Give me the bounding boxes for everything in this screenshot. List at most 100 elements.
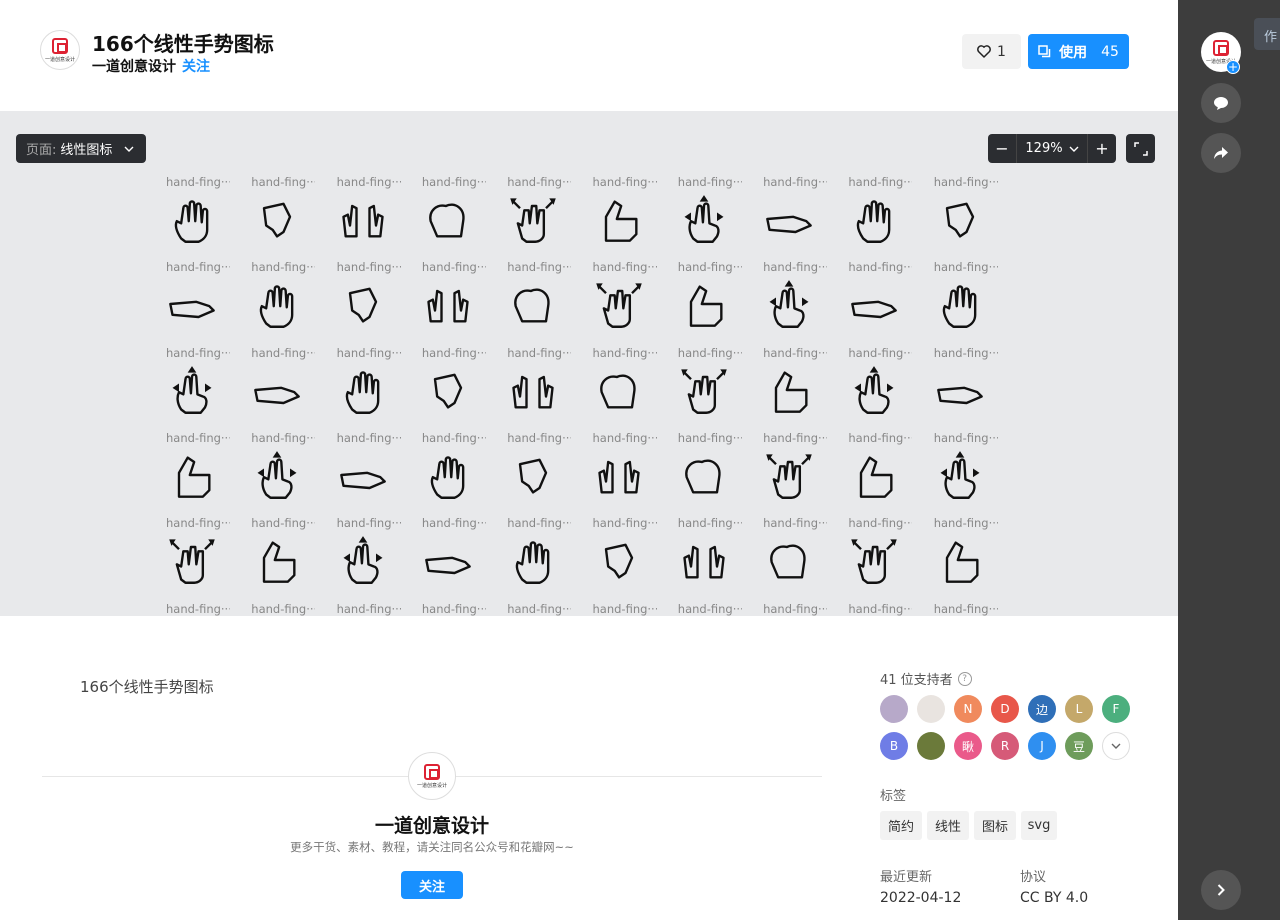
supporter-avatar[interactable]: R [991, 732, 1019, 760]
icon-cell[interactable]: hand-fing··· [842, 516, 922, 601]
icon-cell[interactable]: hand-fing··· [672, 602, 752, 617]
icon-cell[interactable]: hand-fing··· [245, 602, 325, 617]
icon-cell[interactable]: hand-fing··· [416, 431, 496, 516]
supporter-avatar[interactable]: 瞅 [954, 732, 982, 760]
icon-cell[interactable]: hand-fing··· [842, 602, 922, 617]
help-icon[interactable]: ? [957, 671, 972, 686]
share-button[interactable] [1201, 133, 1241, 173]
fullscreen-button[interactable] [1126, 134, 1155, 163]
zoom-level-select[interactable]: 129% [1016, 134, 1088, 163]
supporter-avatar[interactable]: 边 [1028, 695, 1056, 723]
supporter-avatar[interactable]: 豆 [1065, 732, 1093, 760]
icon-cell[interactable]: hand-fing··· [842, 175, 922, 260]
supporter-avatar[interactable] [917, 732, 945, 760]
icon-cell[interactable]: hand-fing··· [928, 516, 1008, 601]
page-selector[interactable]: 页面: 线性图标 [16, 134, 146, 163]
icon-cell[interactable]: hand-fing··· [672, 516, 752, 601]
tag-item[interactable]: svg [1021, 811, 1057, 840]
icon-cell[interactable]: hand-fing··· [928, 175, 1008, 260]
expand-supporters-button[interactable] [1102, 732, 1130, 760]
follow-link[interactable]: 关注 [182, 56, 210, 76]
icon-cell[interactable]: hand-fing··· [757, 175, 837, 260]
supporter-avatar[interactable]: L [1065, 695, 1093, 723]
icon-cell[interactable]: hand-fing··· [245, 175, 325, 260]
icon-cell[interactable]: hand-fing··· [501, 602, 581, 617]
author-logo[interactable]: 一道创意设计 [40, 30, 80, 70]
icon-cell[interactable]: hand-fing··· [331, 346, 411, 431]
icon-cell[interactable]: hand-fing··· [160, 516, 240, 601]
icon-cell[interactable]: hand-fing··· [672, 431, 752, 516]
zoom-in-button[interactable]: + [1088, 134, 1116, 163]
icon-cell[interactable]: hand-fing··· [672, 260, 752, 345]
icon-cell[interactable]: hand-fing··· [416, 516, 496, 601]
icon-cell[interactable]: hand-fing··· [501, 431, 581, 516]
profile-follow-button[interactable]: 关注 [401, 871, 463, 899]
use-button[interactable]: 使用 45 [1028, 34, 1129, 69]
supporter-avatar[interactable] [880, 695, 908, 723]
icon-cell[interactable]: hand-fing··· [245, 431, 325, 516]
tag-item[interactable]: 简约 [880, 811, 922, 840]
icon-cell[interactable]: hand-fing··· [416, 260, 496, 345]
icon-cell[interactable]: hand-fing··· [501, 516, 581, 601]
icon-cell[interactable]: hand-fing··· [672, 175, 752, 260]
icon-cell[interactable]: hand-fing··· [331, 175, 411, 260]
icon-cell[interactable]: hand-fing··· [587, 516, 667, 601]
icon-cell[interactable]: hand-fing··· [501, 175, 581, 260]
icon-cell[interactable]: hand-fing··· [757, 260, 837, 345]
icon-cell[interactable]: hand-fing··· [587, 175, 667, 260]
icon-cell[interactable]: hand-fing··· [842, 431, 922, 516]
supporter-avatar[interactable]: J [1028, 732, 1056, 760]
follow-plus-icon[interactable]: + [1226, 60, 1240, 74]
icon-cell[interactable]: hand-fing··· [928, 431, 1008, 516]
icon-cell[interactable]: hand-fing··· [160, 175, 240, 260]
icon-cell[interactable]: hand-fing··· [160, 346, 240, 431]
zoom-out-button[interactable]: − [988, 134, 1016, 163]
comment-button[interactable] [1201, 83, 1241, 123]
icon-caption: hand-fing··· [933, 345, 998, 360]
icon-cell[interactable]: hand-fing··· [757, 431, 837, 516]
like-button[interactable]: 1 [962, 34, 1021, 69]
icon-cell[interactable]: hand-fing··· [245, 516, 325, 601]
author-name[interactable]: 一道创意设计 [92, 56, 176, 76]
icon-cell[interactable]: hand-fing··· [757, 516, 837, 601]
icon-cell[interactable]: hand-fing··· [160, 431, 240, 516]
icon-cell[interactable]: hand-fing··· [587, 260, 667, 345]
icon-cell[interactable]: hand-fing··· [928, 260, 1008, 345]
icon-cell[interactable]: hand-fing··· [928, 346, 1008, 431]
supporter-avatar[interactable]: D [991, 695, 1019, 723]
icon-cell[interactable]: hand-fing··· [416, 346, 496, 431]
supporter-avatar[interactable]: N [954, 695, 982, 723]
icon-cell[interactable]: hand-fing··· [587, 431, 667, 516]
tag-item[interactable]: 线性 [927, 811, 969, 840]
icon-cell[interactable]: hand-fing··· [587, 602, 667, 617]
icon-cell[interactable]: hand-fing··· [501, 260, 581, 345]
icon-cell[interactable]: hand-fing··· [245, 346, 325, 431]
icon-cell[interactable]: hand-fing··· [416, 602, 496, 617]
icon-cell[interactable]: hand-fing··· [587, 346, 667, 431]
icon-cell[interactable]: hand-fing··· [331, 516, 411, 601]
profile-logo[interactable]: 一道创意设计 [408, 752, 456, 800]
icon-cell[interactable]: hand-fing··· [757, 346, 837, 431]
icon-cell[interactable]: hand-fing··· [331, 431, 411, 516]
icon-cell[interactable]: hand-fing··· [331, 602, 411, 617]
icon-cell[interactable]: hand-fing··· [331, 260, 411, 345]
icon-cell[interactable]: hand-fing··· [842, 260, 922, 345]
icon-caption: hand-fing··· [421, 260, 486, 275]
sidebar-tab[interactable]: 作 [1254, 18, 1280, 50]
supporter-avatar[interactable] [917, 695, 945, 723]
preview-canvas[interactable]: 页面: 线性图标 − 129% + hand-fing··· hand-fing·… [0, 111, 1178, 616]
icon-cell[interactable]: hand-fing··· [757, 602, 837, 617]
supporter-avatar[interactable]: B [880, 732, 908, 760]
next-button[interactable] [1201, 870, 1241, 910]
icon-cell[interactable]: hand-fing··· [160, 260, 240, 345]
supporter-avatar[interactable]: F [1102, 695, 1130, 723]
icon-cell[interactable]: hand-fing··· [842, 346, 922, 431]
icon-cell[interactable]: hand-fing··· [416, 175, 496, 260]
icon-cell[interactable]: hand-fing··· [160, 602, 240, 617]
tag-item[interactable]: 图标 [974, 811, 1016, 840]
icon-cell[interactable]: hand-fing··· [245, 260, 325, 345]
icon-cell[interactable]: hand-fing··· [501, 346, 581, 431]
icon-cell[interactable]: hand-fing··· [672, 346, 752, 431]
zoom-control: − 129% + [988, 134, 1116, 163]
icon-cell[interactable]: hand-fing··· [928, 602, 1008, 617]
